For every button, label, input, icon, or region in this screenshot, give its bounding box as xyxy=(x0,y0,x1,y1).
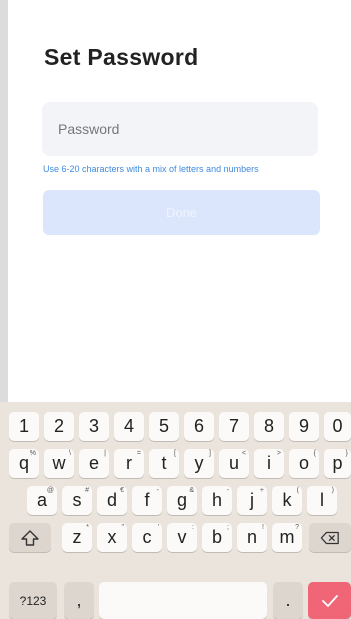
password-hint: Use 6-20 characters with a mix of letter… xyxy=(43,164,259,174)
key-s[interactable]: s # xyxy=(62,486,92,515)
key-t[interactable]: t[ xyxy=(149,449,179,478)
backspace-key[interactable] xyxy=(309,523,351,552)
key-7[interactable]: 7 xyxy=(219,412,249,441)
key-8[interactable]: 8 xyxy=(254,412,284,441)
key-r[interactable]: r = xyxy=(114,449,144,478)
space-key[interactable] xyxy=(99,582,267,619)
key-0[interactable]: 0 xyxy=(324,412,351,441)
left-edge xyxy=(0,0,8,402)
key-u[interactable]: u < xyxy=(219,449,249,478)
key-4[interactable]: 4 xyxy=(114,412,144,441)
key-6[interactable]: 6 xyxy=(184,412,214,441)
key-c[interactable]: c ' xyxy=(132,523,162,552)
keyboard-number-row: 1 2 3 4 5 6 7 8 9 0 xyxy=(0,412,351,441)
password-input[interactable] xyxy=(56,120,318,138)
key-q[interactable]: q% xyxy=(9,449,39,478)
done-button[interactable]: Done xyxy=(43,190,320,235)
checkmark-icon xyxy=(321,594,338,607)
key-n[interactable]: n! xyxy=(237,523,267,552)
key-i[interactable]: i > xyxy=(254,449,284,478)
password-field[interactable] xyxy=(42,102,318,156)
key-9[interactable]: 9 xyxy=(289,412,319,441)
keyboard-row-1: q% w \ e | r = t[ y] u < i > o{ p} xyxy=(0,449,351,478)
backspace-icon xyxy=(320,531,339,544)
key-5[interactable]: 5 xyxy=(149,412,179,441)
key-z[interactable]: z * xyxy=(62,523,92,552)
symbols-key[interactable]: ?123 xyxy=(9,582,57,619)
key-l[interactable]: l) xyxy=(307,486,337,515)
period-key[interactable]: . xyxy=(273,582,303,619)
key-k[interactable]: k( xyxy=(272,486,302,515)
key-e[interactable]: e | xyxy=(79,449,109,478)
key-w[interactable]: w \ xyxy=(44,449,74,478)
key-d[interactable]: d € xyxy=(97,486,127,515)
key-v[interactable]: v: xyxy=(167,523,197,552)
key-g[interactable]: g & xyxy=(167,486,197,515)
key-1[interactable]: 1 xyxy=(9,412,39,441)
key-m[interactable]: m? xyxy=(272,523,302,552)
key-y[interactable]: y] xyxy=(184,449,214,478)
keyboard-row-2: a @ s # d € f- g & h- j + k( l) xyxy=(0,486,351,515)
key-h[interactable]: h- xyxy=(202,486,232,515)
key-2[interactable]: 2 xyxy=(44,412,74,441)
keyboard-row-3: z * x " c ' v: b; n! m? xyxy=(0,523,351,552)
shift-icon xyxy=(21,529,39,546)
set-password-screen: Set Password Use 6-20 characters with a … xyxy=(8,0,351,402)
shift-key[interactable] xyxy=(9,523,51,552)
key-a[interactable]: a @ xyxy=(27,486,57,515)
enter-key[interactable] xyxy=(308,582,351,619)
page-title: Set Password xyxy=(44,44,199,70)
key-p[interactable]: p} xyxy=(324,449,351,478)
key-f[interactable]: f- xyxy=(132,486,162,515)
keyboard: 1 2 3 4 5 6 7 8 9 0 q% w \ e | r = t[ y] u <… xyxy=(0,402,351,619)
key-3[interactable]: 3 xyxy=(79,412,109,441)
key-o[interactable]: o{ xyxy=(289,449,319,478)
keyboard-bottom-row: ?123 , . xyxy=(0,582,351,619)
key-b[interactable]: b; xyxy=(202,523,232,552)
key-x[interactable]: x " xyxy=(97,523,127,552)
key-j[interactable]: j + xyxy=(237,486,267,515)
comma-key[interactable]: , xyxy=(64,582,94,619)
